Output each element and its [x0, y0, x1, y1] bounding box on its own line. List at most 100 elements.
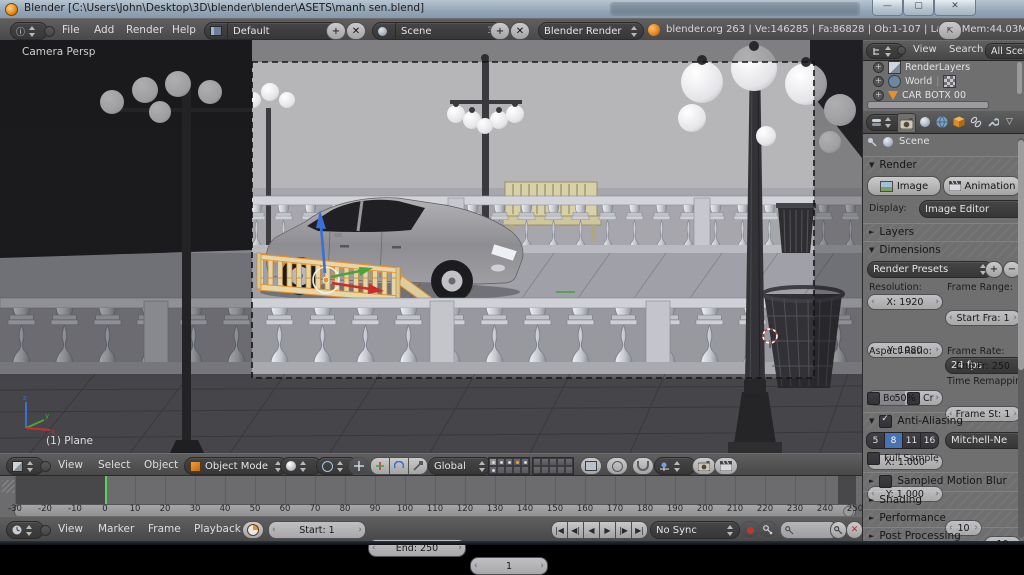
tab-world[interactable] [933, 113, 950, 131]
tl-menu-marker[interactable]: Marker [92, 519, 140, 539]
full-sample-checkbox[interactable] [867, 452, 880, 465]
collapse-menus-button-3dview[interactable] [40, 461, 51, 472]
collapse-menus-button-timeline[interactable] [40, 525, 51, 536]
record-button[interactable] [740, 521, 760, 539]
outliner-item-renderlayers[interactable]: + RenderLayers [863, 60, 1017, 74]
tab-constraints[interactable] [967, 113, 984, 131]
orientation-dropdown[interactable]: Global [428, 457, 492, 475]
render-engine-dropdown[interactable]: Blender Render [538, 22, 644, 40]
add-preset-button[interactable]: + [985, 261, 1003, 278]
3d-scene[interactable] [0, 40, 862, 453]
window-duplicate-icon[interactable]: ⇱ [938, 21, 962, 40]
tl-menu-view[interactable]: View [52, 519, 89, 539]
render-image-button[interactable]: Image [867, 176, 941, 196]
motion-blur-checkbox[interactable] [879, 474, 893, 488]
panel-header-layers[interactable]: ► Layers [863, 223, 1024, 240]
tab-scene[interactable] [916, 113, 933, 131]
frame-ruler[interactable]: -30 -20 -10 0 10 20 30 40 50 60 70 80 90 100 110 120 130… [0, 503, 870, 515]
jump-to-start-button[interactable]: |◀ [551, 521, 568, 539]
lock-to-scene-button[interactable] [580, 457, 602, 475]
aa-filter-dropdown[interactable]: Mitchell-Ne [945, 432, 1024, 449]
screen-layout-name[interactable]: Default [227, 22, 335, 40]
layer-grid-1[interactable] [488, 457, 530, 475]
tab-object-data[interactable]: ▽ [1001, 113, 1018, 131]
menu-file[interactable]: File [56, 20, 86, 40]
tab-object[interactable] [950, 113, 967, 131]
pin-icon[interactable] [867, 137, 877, 147]
close-button[interactable]: ✕ [934, 0, 976, 16]
editor-type-selector-timeline[interactable] [6, 521, 44, 539]
aa-samples-11[interactable]: 11 [902, 432, 921, 449]
playhead[interactable] [105, 476, 107, 504]
render-animation-button[interactable] [714, 457, 738, 475]
play-button[interactable]: ▶ [599, 521, 616, 539]
aa-samples-16[interactable]: 16 [920, 432, 939, 449]
aa-samples-5[interactable]: 5 [866, 432, 885, 449]
expand-icon[interactable]: + [873, 61, 884, 73]
rotate-manipulator-button[interactable] [389, 457, 409, 475]
render-animation-button-props[interactable]: Animation [943, 176, 1021, 196]
outliner-display-mode-dropdown[interactable]: All Scen [985, 43, 1024, 59]
collapse-menus-button-outliner[interactable] [897, 46, 906, 55]
collapse-menus-button[interactable] [44, 26, 55, 37]
ol-menu-view[interactable]: View [907, 41, 943, 59]
snap-toggle-button[interactable] [632, 457, 654, 475]
expand-icon[interactable]: + [873, 75, 884, 87]
next-keyframe-button[interactable]: |▶ [615, 521, 632, 539]
properties-scrollbar[interactable] [1018, 140, 1024, 370]
outliner-hscrollbar[interactable] [867, 101, 989, 109]
display-dropdown[interactable]: Image Editor [919, 200, 1024, 218]
trash-bin-upper[interactable] [776, 203, 816, 254]
panel-header-motion-blur[interactable]: ► Sampled Motion Blur [863, 472, 1024, 489]
tab-render[interactable] [897, 113, 916, 132]
translate-manipulator-button[interactable] [370, 457, 390, 475]
tab-modifiers[interactable] [984, 113, 1001, 131]
vp-menu-object[interactable]: Object [138, 455, 184, 475]
tl-menu-frame[interactable]: Frame [142, 519, 187, 539]
panel-header-render[interactable]: ▼ Render [863, 156, 1024, 173]
outliner-item-car[interactable]: + CAR BOTX 00 [863, 88, 1017, 102]
outliner-item-world[interactable]: + World | [863, 74, 1017, 88]
expand-icon[interactable]: + [873, 89, 884, 101]
insert-keyframe-button[interactable] [830, 521, 847, 539]
title-bar[interactable]: Blender [C:\Users\John\Desktop\3D\blende… [0, 0, 1024, 19]
add-layout-button[interactable]: + [326, 22, 346, 40]
jump-to-end-button[interactable]: ▶| [631, 521, 648, 539]
layer-grid-2[interactable] [532, 457, 574, 475]
panel-header-performance[interactable]: ► Performance [863, 509, 1024, 526]
ol-menu-search[interactable]: Search [943, 41, 989, 59]
antialiasing-checkbox[interactable] [879, 414, 893, 428]
prev-keyframe-button[interactable]: ◀| [567, 521, 584, 539]
editor-type-selector-info[interactable]: ⓘ [10, 22, 48, 40]
delete-scene-button[interactable]: ✕ [510, 22, 530, 40]
manipulator-toggle-button[interactable] [349, 457, 369, 475]
area-resize-grip[interactable] [2, 480, 15, 493]
start-frame-field[interactable]: Start: 1 [268, 521, 366, 539]
time-indicator-button[interactable] [242, 521, 264, 539]
autokey-mode-button[interactable] [758, 521, 778, 539]
snap-element-dropdown[interactable] [654, 457, 696, 475]
scale-manipulator-button[interactable] [408, 457, 428, 475]
scene-name[interactable]: Scene 3 [395, 22, 499, 40]
menu-help[interactable]: Help [166, 20, 202, 40]
play-reverse-button[interactable]: ◀ [583, 521, 600, 539]
render-still-button[interactable] [692, 457, 716, 475]
add-scene-button[interactable]: + [490, 22, 510, 40]
border-checkbox-row[interactable]: Bo [867, 392, 895, 405]
border-checkbox[interactable] [867, 392, 880, 405]
resolution-x-field[interactable]: X: 1920 [867, 294, 943, 310]
panel-header-dimensions[interactable]: ▼ Dimensions [863, 241, 1024, 258]
sync-dropdown[interactable]: No Sync [650, 521, 740, 539]
outliner-vscrollbar[interactable] [1017, 62, 1022, 94]
mode-dropdown[interactable]: Object Mode [184, 457, 288, 475]
aa-samples-8[interactable]: 8 [884, 432, 903, 449]
delete-layout-button[interactable]: ✕ [346, 22, 366, 40]
menu-render[interactable]: Render [120, 20, 169, 40]
editor-type-selector-3dview[interactable] [6, 457, 44, 475]
vp-menu-select[interactable]: Select [92, 455, 136, 475]
tl-menu-playback[interactable]: Playback [188, 519, 247, 539]
render-presets-dropdown[interactable]: Render Presets [867, 261, 993, 278]
maximize-button[interactable]: ▢ [903, 0, 934, 16]
3d-viewport[interactable]: Camera Persp (1) Plane z y x [0, 40, 862, 453]
vp-menu-view[interactable]: View [52, 455, 89, 475]
